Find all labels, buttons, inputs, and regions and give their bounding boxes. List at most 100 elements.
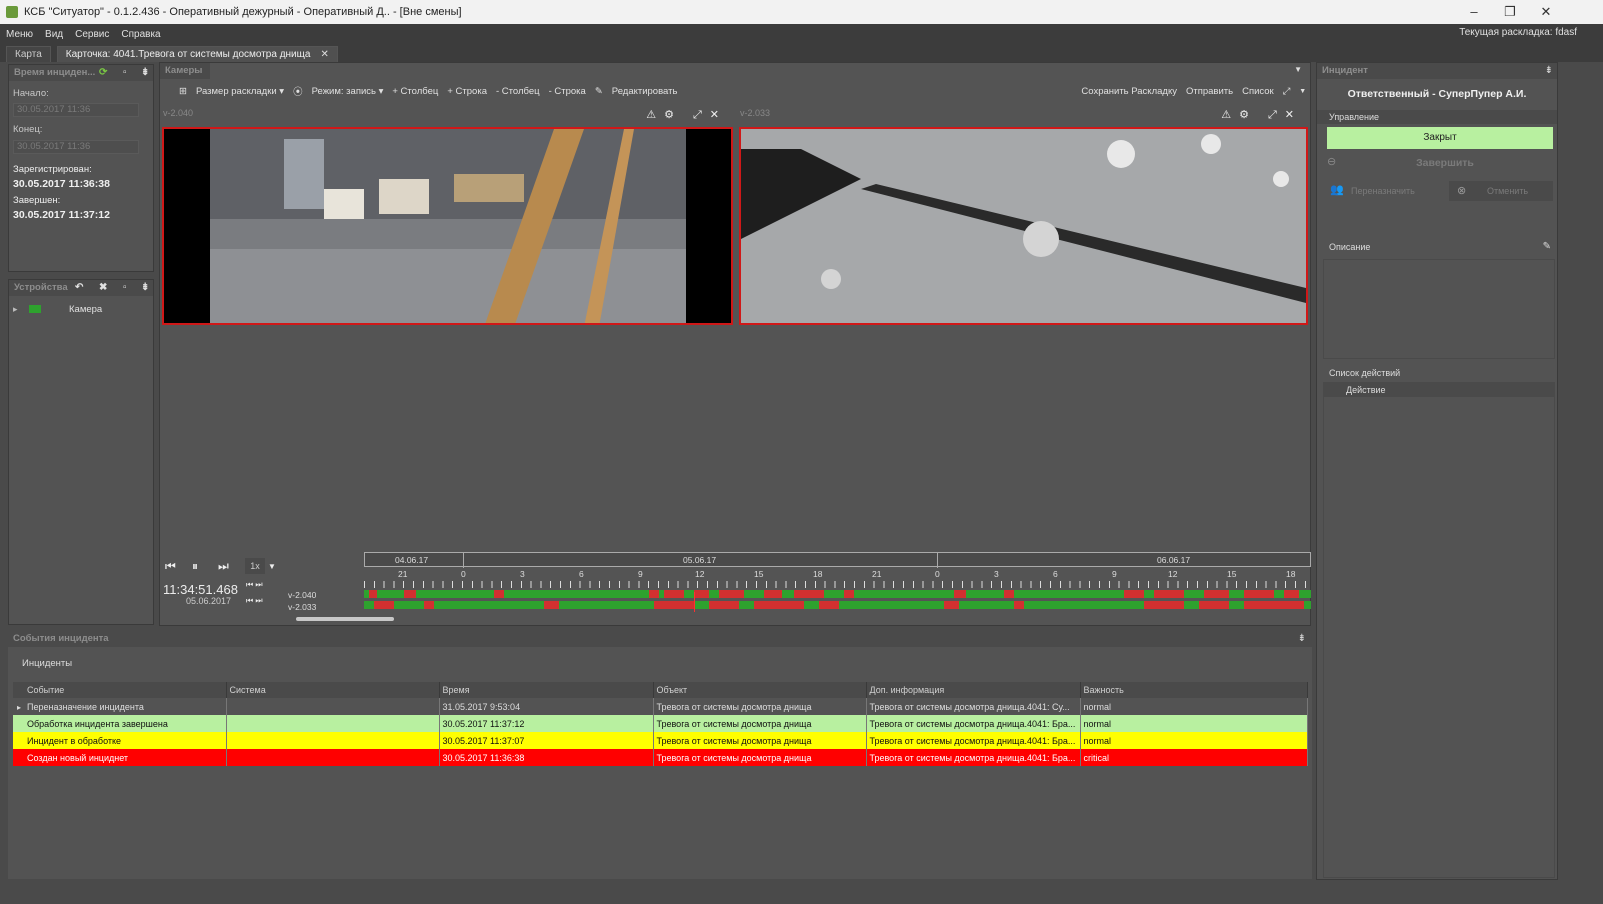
reassign-label: Переназначить [1351, 186, 1415, 196]
menu-service[interactable]: Сервис [69, 29, 115, 40]
panel-title: Устройства [14, 282, 68, 293]
end-label: Конец: [13, 124, 43, 135]
actions-list[interactable]: Действие [1323, 382, 1555, 878]
remove-row-button[interactable]: - Строка [549, 86, 586, 97]
finish-button[interactable]: Завершить [1317, 157, 1573, 169]
video1-controls[interactable]: ⚠⚙ ⤢✕ [646, 108, 727, 122]
pin-icon[interactable]: ⇟ [1545, 65, 1553, 76]
cameras-tab[interactable]: Камеры [160, 63, 210, 79]
camera-icon [29, 305, 41, 313]
cell-severity: normal [1080, 715, 1308, 732]
device-camera-item[interactable]: Камера [69, 304, 102, 315]
timeline-scrollbar[interactable] [296, 617, 394, 621]
track1-prev-next-icon[interactable]: ⏮ ⏭ [246, 580, 263, 590]
status-closed-button[interactable]: Закрыт [1327, 127, 1553, 149]
speed-dropdown-icon[interactable]: ▼ [268, 562, 276, 571]
description-field[interactable] [1323, 259, 1555, 359]
current-time: 11:34:51.468 [163, 582, 238, 597]
undo-icon[interactable]: ↶ [75, 280, 83, 296]
col-system[interactable]: Система [226, 682, 440, 698]
current-date: 05.06.2017 [186, 596, 232, 606]
pin-icon[interactable]: ⇟ [141, 280, 149, 296]
tab-close-icon[interactable]: ✕ [320, 49, 328, 60]
add-row-button[interactable]: + Строка [447, 86, 487, 97]
tab-map[interactable]: Карта [6, 46, 51, 62]
tab-incident-card[interactable]: Карточка: 4041.Тревога от системы досмот… [56, 46, 338, 62]
col-severity[interactable]: Важность [1080, 682, 1308, 698]
mode-dropdown[interactable]: Режим: запись ▾ [312, 86, 384, 97]
toolbar-more-icon[interactable]: ▼ [1299, 88, 1306, 95]
cell-info: Тревога от системы досмотра днища.4041: … [866, 715, 1081, 732]
speed-selector[interactable]: 1x [245, 558, 265, 574]
cell-info: Тревога от системы досмотра днища.4041: … [866, 732, 1081, 749]
video2-view[interactable] [739, 127, 1308, 325]
fullscreen-icon[interactable]: ⤢ [1283, 86, 1291, 97]
edit-description-icon[interactable]: ✎ [1543, 241, 1551, 252]
end-input[interactable]: 30.05.2017 11:36 [13, 140, 139, 154]
edit-button[interactable]: Редактировать [612, 86, 678, 97]
table-row[interactable]: Переназначение инцидента 31.05.2017 9:53… [13, 698, 1308, 715]
incident-time-panel: Время инциден... ⟳ ▫ ⇟ Начало: 30.05.201… [8, 64, 154, 272]
menu-view[interactable]: Вид [39, 29, 69, 40]
table-row[interactable]: Обработка инцидента завершена 30.05.2017… [13, 715, 1308, 732]
col-object[interactable]: Объект [653, 682, 867, 698]
remove-column-button[interactable]: - Столбец [496, 86, 540, 97]
track2-label: v-2.033 [288, 602, 317, 612]
pin-icon[interactable]: ⇟ [1298, 633, 1306, 644]
skip-start-icon[interactable]: ⏮ [165, 559, 176, 574]
video2-header: v-2.033 ⚠⚙ ⤢✕ [740, 108, 1308, 124]
timeline[interactable]: 04.06.17 05.06.17 06.06.17 21 0 3 6 9 12… [364, 552, 1311, 612]
hour-label: 18 [1286, 569, 1296, 579]
video1-name: v-2.040 [163, 108, 194, 118]
list-button[interactable]: Список [1242, 86, 1274, 97]
float-icon[interactable]: ▫ [123, 65, 127, 81]
delete-icon[interactable]: ✖ [99, 280, 107, 296]
track1-bar[interactable] [364, 590, 1311, 598]
pause-icon[interactable]: ⏸ [192, 559, 198, 574]
close-window-button[interactable]: ✕ [1528, 0, 1564, 24]
send-button[interactable]: Отправить [1186, 86, 1233, 97]
cell-object: Тревога от системы досмотра днища [653, 698, 867, 715]
cell-info: Тревога от системы досмотра днища.4041: … [866, 749, 1081, 766]
layout-size-dropdown[interactable]: Размер раскладки ▾ [196, 86, 284, 97]
pin-icon[interactable]: ⇟ [141, 65, 149, 81]
skip-end-icon[interactable]: ⏭ [218, 559, 229, 574]
cell-time: 31.05.2017 9:53:04 [439, 698, 654, 715]
tab-bar: Карта Карточка: 4041.Тревога от системы … [0, 44, 1603, 62]
video2-controls[interactable]: ⚠⚙ ⤢✕ [1221, 108, 1302, 122]
cell-time: 30.05.2017 11:37:12 [439, 715, 654, 732]
hour-label: 15 [1227, 569, 1237, 579]
events-table: Событие Система Время Объект Доп. информ… [13, 682, 1308, 766]
date-label: 06.06.17 [1157, 555, 1191, 565]
hour-label: 9 [1112, 569, 1117, 579]
menu-help[interactable]: Справка [115, 29, 166, 40]
table-header: Событие Система Время Объект Доп. информ… [13, 682, 1308, 698]
actions-list-label: Список действий [1329, 368, 1401, 378]
table-row[interactable]: Создан новый инциднет 30.05.2017 11:36:3… [13, 749, 1308, 766]
col-event[interactable]: Событие [13, 682, 227, 698]
cell-time: 30.05.2017 11:37:07 [439, 732, 654, 749]
start-input[interactable]: 30.05.2017 11:36 [13, 103, 139, 117]
table-row[interactable]: Инцидент в обработке 30.05.2017 11:37:07… [13, 732, 1308, 749]
col-info[interactable]: Доп. информация [866, 682, 1081, 698]
save-layout-button[interactable]: Сохранить Раскладку [1081, 86, 1177, 97]
track2-prev-next-icon[interactable]: ⏮ ⏭ [246, 596, 263, 606]
minimize-button[interactable]: – [1456, 0, 1492, 24]
control-label: Управление [1317, 110, 1557, 124]
panel-menu-icon[interactable]: ▼ [1294, 65, 1302, 74]
row-expand-icon[interactable]: ▸ [17, 703, 21, 712]
current-layout-dropdown[interactable]: Текущая раскладка: fdasf [1453, 27, 1583, 38]
menu-main[interactable]: Меню [0, 29, 39, 40]
add-column-button[interactable]: + Столбец [392, 86, 438, 97]
expand-arrow-icon[interactable]: ▸ [13, 304, 18, 315]
col-time[interactable]: Время [439, 682, 654, 698]
video1-view[interactable] [162, 127, 733, 325]
track2-bar[interactable] [364, 601, 1311, 609]
maximize-button[interactable]: ❐ [1492, 0, 1528, 24]
refresh-icon[interactable]: ⟳ [99, 65, 107, 81]
cell-object: Тревога от системы досмотра днища [653, 732, 867, 749]
actions-col-header[interactable]: Действие [1324, 383, 1554, 397]
playhead[interactable] [694, 592, 695, 612]
float-icon[interactable]: ▫ [123, 280, 127, 296]
devices-panel: Устройства ↶ ✖ ▫ ⇟ ▸ Камера [8, 279, 154, 625]
